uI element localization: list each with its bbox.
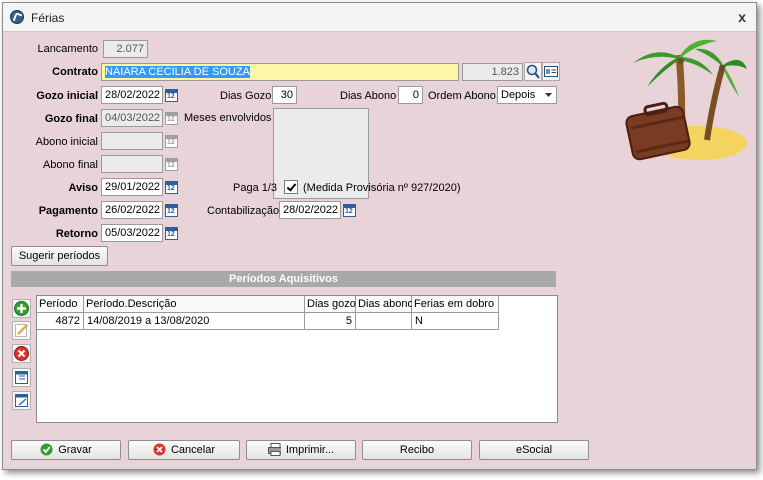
table-cell[interactable]: 4872 <box>37 313 84 330</box>
gravar-label: Gravar <box>58 444 92 456</box>
cancelar-label: Cancelar <box>170 444 216 456</box>
aviso-field[interactable]: 29/01/2022 <box>101 178 163 196</box>
dias-gozo-label: Dias Gozo <box>220 90 272 102</box>
paga-note: (Medida Provisória nº 927/2020) <box>303 182 461 194</box>
calendar-glyph: 12 <box>167 208 175 215</box>
grid-edit-icon <box>15 394 28 407</box>
table-cell[interactable]: 5 <box>305 313 356 330</box>
chevron-down-icon <box>545 93 552 97</box>
card-button[interactable] <box>542 62 560 81</box>
search-button[interactable] <box>524 62 542 81</box>
add-icon <box>14 301 29 316</box>
calendar-icon: 12 <box>165 112 178 125</box>
column-header-descricao[interactable]: Período.Descrição <box>84 296 305 313</box>
card-icon <box>544 66 558 77</box>
window-title: Férias <box>31 11 65 25</box>
retorno-field[interactable]: 05/03/2022 <box>101 224 163 242</box>
periodos-grid[interactable]: Período Período.Descrição Dias gozo Dias… <box>36 295 558 423</box>
dias-gozo-field[interactable]: 30 <box>272 86 297 104</box>
edit-button[interactable] <box>12 321 31 340</box>
gozo-final-field: 04/03/2022 <box>101 109 163 127</box>
calendar-glyph: 12 <box>167 139 175 146</box>
calendar-icon[interactable]: 12 <box>165 181 178 194</box>
dias-abono-field[interactable]: 0 <box>398 86 423 104</box>
retorno-label: Retorno <box>55 228 98 240</box>
calendar-icon: 12 <box>165 158 178 171</box>
calendar-icon[interactable]: 12 <box>165 89 178 102</box>
pagamento-field[interactable]: 26/02/2022 <box>101 201 163 219</box>
close-button[interactable]: x <box>738 9 746 25</box>
delete-icon <box>14 346 29 361</box>
imprimir-label: Imprimir... <box>285 444 335 456</box>
ordem-abono-label: Ordem Abono <box>428 90 496 102</box>
calendar-glyph: 12 <box>167 162 175 169</box>
periodos-aquisitivos-header: Períodos Aquisitivos <box>11 271 556 287</box>
pagamento-label: Pagamento <box>38 205 98 217</box>
cancel-icon <box>153 443 166 456</box>
contabilizacao-label: Contabilização <box>207 205 280 217</box>
calendar-glyph: 12 <box>167 116 175 123</box>
paga-checkbox[interactable] <box>284 180 298 194</box>
contrato-label: Contrato <box>52 66 98 78</box>
delete-button[interactable] <box>12 344 31 363</box>
recibo-button[interactable]: Recibo <box>362 440 472 460</box>
calendar-glyph: 12 <box>167 93 175 100</box>
abono-inicial-label: Abono inicial <box>35 136 98 148</box>
contrato-field[interactable]: NAIARA CECILIA DE SOUZA <box>101 63 459 81</box>
column-header-ferias-dobro[interactable]: Ferias em dobro <box>412 296 499 313</box>
check-icon <box>40 443 53 456</box>
calendar-icon[interactable]: 12 <box>343 204 356 217</box>
lancamento-label: Lancamento <box>37 43 98 55</box>
palm-suitcase-illustration <box>625 39 747 161</box>
paga-label: Paga 1/3 <box>233 182 278 194</box>
grid-edit-button[interactable] <box>12 391 31 410</box>
column-header-dias-abono[interactable]: Dias abono <box>356 296 414 313</box>
table-cell[interactable]: 14/08/2019 a 13/08/2020 <box>84 313 305 330</box>
grid-view-button[interactable] <box>12 368 31 387</box>
app-icon <box>10 10 24 24</box>
ordem-abono-value: Depois <box>501 89 536 101</box>
dias-abono-label: Dias Abono <box>340 90 397 102</box>
calendar-icon[interactable]: 12 <box>165 204 178 217</box>
cancelar-button[interactable]: Cancelar <box>128 440 240 460</box>
add-button[interactable] <box>12 299 31 318</box>
calendar-glyph: 12 <box>167 231 175 238</box>
contrato-code-field: 1.823 <box>462 63 523 81</box>
abono-final-field <box>101 155 163 173</box>
gravar-button[interactable]: Gravar <box>11 440 121 460</box>
meses-envolvidos-label: Meses envolvidos <box>184 112 272 124</box>
column-header-periodo[interactable]: Período <box>37 296 84 313</box>
lancamento-field: 2.077 <box>103 40 148 58</box>
gozo-inicial-label: Gozo inicial <box>36 90 98 102</box>
title-bar: Férias x <box>3 3 756 32</box>
printer-icon <box>267 443 281 456</box>
sugerir-periodos-button[interactable]: Sugerir períodos <box>11 246 108 266</box>
search-icon <box>526 64 540 79</box>
gozo-inicial-field[interactable]: 28/02/2022 <box>101 86 163 104</box>
abono-inicial-field <box>101 132 163 150</box>
table-cell[interactable]: N <box>412 313 499 330</box>
gozo-final-label: Gozo final <box>44 113 98 125</box>
column-header-dias-gozo[interactable]: Dias gozo <box>305 296 356 313</box>
edit-icon <box>15 324 28 337</box>
contrato-value: NAIARA CECILIA DE SOUZA <box>105 66 250 78</box>
ferias-window: Férias x Lancamento 2.077 Contrato NAIAR… <box>2 2 757 470</box>
abono-final-label: Abono final <box>42 159 98 171</box>
imprimir-button[interactable]: Imprimir... <box>246 440 356 460</box>
calendar-glyph: 12 <box>345 208 353 215</box>
contabilizacao-field[interactable]: 28/02/2022 <box>279 201 341 219</box>
grid-icon <box>15 371 28 384</box>
ordem-abono-select[interactable]: Depois <box>497 86 557 104</box>
calendar-glyph: 12 <box>167 185 175 192</box>
calendar-icon[interactable]: 12 <box>165 227 178 240</box>
esocial-button[interactable]: eSocial <box>479 440 589 460</box>
table-cell[interactable] <box>356 313 412 330</box>
aviso-label: Aviso <box>68 182 98 194</box>
calendar-icon: 12 <box>165 135 178 148</box>
